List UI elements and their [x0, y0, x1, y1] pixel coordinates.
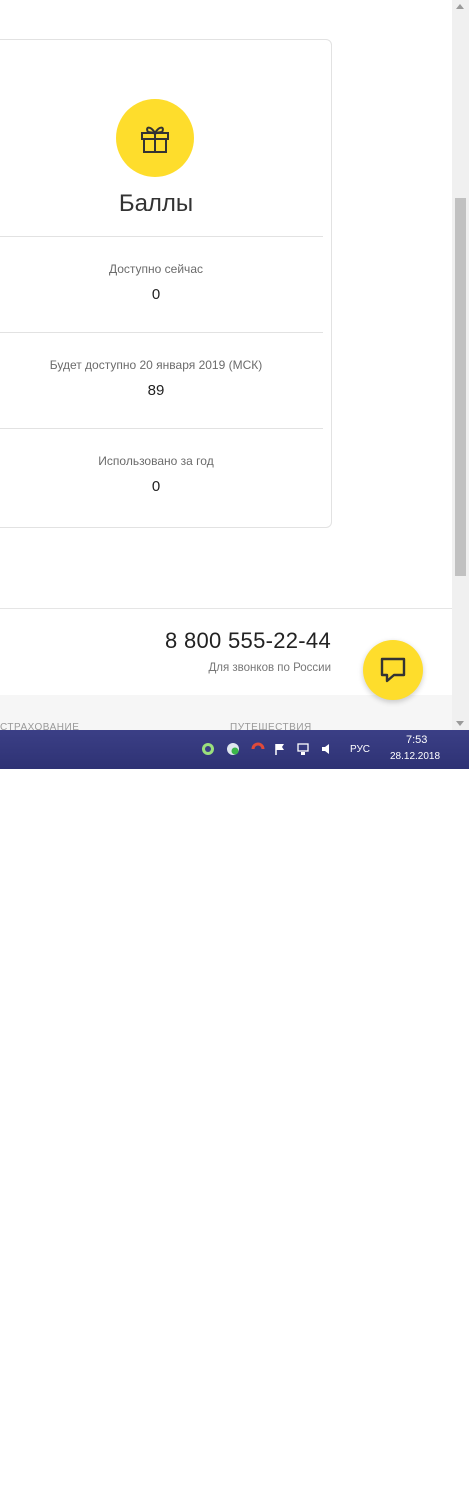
- tray-time[interactable]: 7:53: [406, 734, 427, 746]
- points-card: Баллы Доступно сейчас 0 Будет доступно 2…: [0, 39, 332, 528]
- tray-volume-icon[interactable]: [320, 742, 334, 756]
- gift-icon: [141, 126, 169, 153]
- gift-icon-badge: [116, 99, 194, 177]
- windows-taskbar: ОТЗОВИК РУС 7:53 28.12.2018: [0, 730, 469, 1485]
- scroll-down-arrow-icon[interactable]: [456, 721, 464, 726]
- used-this-year-value: 0: [151, 478, 161, 495]
- scroll-thumb[interactable]: [455, 198, 466, 576]
- used-this-year-label: Использовано за год: [98, 454, 214, 468]
- available-now-label: Доступно сейчас: [108, 262, 203, 276]
- tray-update-icon[interactable]: [226, 742, 240, 756]
- section-divider: [0, 608, 452, 609]
- tray-flag-icon[interactable]: [273, 742, 287, 756]
- tray-language[interactable]: РУС: [350, 744, 370, 755]
- divider: [0, 428, 323, 429]
- tray-app-icon[interactable]: [201, 742, 215, 756]
- future-available-value: 89: [147, 382, 165, 399]
- tray-antivirus-icon[interactable]: [251, 742, 265, 756]
- tray-network-icon[interactable]: [296, 742, 310, 756]
- otzovik-watermark: ОТЗОВИК: [324, 1465, 418, 1485]
- page-scrollbar[interactable]: [452, 0, 469, 730]
- chat-bubble-icon: [380, 657, 406, 683]
- chat-button[interactable]: [363, 640, 423, 700]
- tray-date[interactable]: 28.12.2018: [390, 751, 440, 762]
- future-available-label: Будет доступно 20 января 2019 (МСК): [49, 358, 263, 372]
- support-phone-note: Для звонков по России: [208, 662, 331, 674]
- available-now-value: 0: [151, 286, 161, 303]
- footer: СТРАХОВАНИЕ ПУТЕШЕСТВИЯ: [0, 695, 452, 733]
- divider: [0, 332, 323, 333]
- divider: [0, 236, 323, 237]
- support-phone-link[interactable]: 8 800 555-22-44: [165, 628, 331, 654]
- card-title: Баллы: [118, 190, 194, 217]
- scroll-up-arrow-icon[interactable]: [456, 4, 464, 9]
